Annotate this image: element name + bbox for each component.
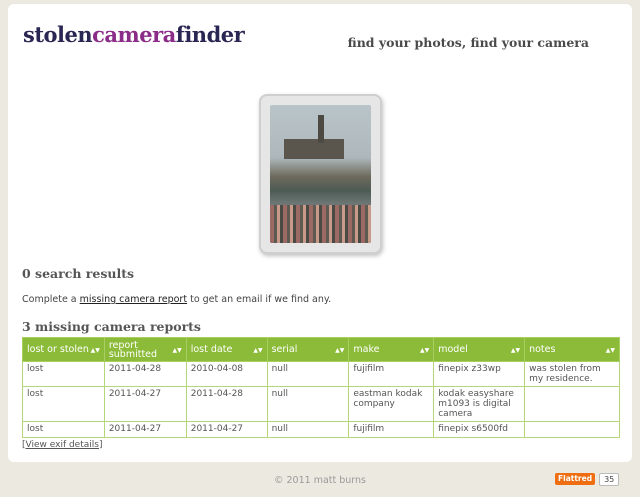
column-header-model[interactable]: model ▲▼ xyxy=(433,337,526,362)
column-header-serial[interactable]: serial ▲▼ xyxy=(266,337,350,362)
cell-lost-date: 2011-04-28 xyxy=(185,386,268,422)
sort-arrow-icon: ▲▼ xyxy=(253,347,263,354)
reports-table: lost or stolen ▲▼ report submitted ▲▼ lost… xyxy=(22,337,620,438)
sort-arrow-icon: ▲▼ xyxy=(172,347,182,354)
search-photo-stamp xyxy=(259,94,382,254)
missing-reports-heading: 3 missing camera reports xyxy=(22,319,201,334)
sort-arrow-icon: ▲▼ xyxy=(605,347,615,354)
logo-part-finder: finder xyxy=(175,22,245,47)
table-header-row: lost or stolen ▲▼ report submitted ▲▼ lost… xyxy=(22,337,620,362)
sort-arrow-icon: ▲▼ xyxy=(420,347,430,354)
footer-copyright: © 2011 matt burns xyxy=(273,475,367,486)
complete-prefix: Complete a xyxy=(22,294,80,305)
cell-serial: null xyxy=(266,361,350,387)
search-photo xyxy=(270,105,371,243)
search-results-heading: 0 search results xyxy=(22,266,134,281)
cell-model: kodak easyshare m1093 is digital camera xyxy=(433,386,526,422)
complete-suffix: to get an email if we find any. xyxy=(187,294,332,305)
exif-details: [View exif details] xyxy=(22,440,103,450)
cell-model: finepix z33wp xyxy=(433,361,526,387)
cell-notes xyxy=(524,421,620,438)
complete-report-text: Complete a missing camera report to get … xyxy=(22,294,331,305)
page-container: stolencamerafinder find your photos, fin… xyxy=(8,4,632,462)
flattr-button[interactable]: Flattred xyxy=(555,473,596,485)
cell-make: eastman kodak company xyxy=(348,386,435,422)
flattr-count: 35 xyxy=(599,472,620,486)
cell-notes: was stolen from my residence. xyxy=(524,361,620,387)
cell-report-submitted: 2011-04-27 xyxy=(103,421,187,438)
cell-make: fujifilm xyxy=(348,361,435,387)
cell-lost-or-stolen: lost xyxy=(22,386,105,422)
column-header-lost-date[interactable]: lost date ▲▼ xyxy=(185,337,268,362)
cell-model: finepix s6500fd xyxy=(433,421,526,438)
site-logo[interactable]: stolencamerafinder xyxy=(23,22,245,47)
cell-serial: null xyxy=(266,386,350,422)
cell-make: fujifilm xyxy=(348,421,435,438)
cell-serial: null xyxy=(266,421,350,438)
logo-part-camera: camera xyxy=(92,22,176,47)
flattr-widget: Flattred 35 xyxy=(555,472,620,486)
cell-lost-or-stolen: lost xyxy=(22,421,105,438)
tagline: find your photos, find your camera xyxy=(347,35,589,50)
column-header-lost-or-stolen[interactable]: lost or stolen ▲▼ xyxy=(22,337,105,362)
column-header-notes[interactable]: notes ▲▼ xyxy=(524,337,620,362)
photo-love-locks-shape xyxy=(270,205,371,243)
cell-report-submitted: 2011-04-27 xyxy=(103,386,187,422)
column-header-report-submitted[interactable]: report submitted ▲▼ xyxy=(103,337,187,362)
missing-camera-report-link[interactable]: missing camera report xyxy=(80,294,187,305)
sort-arrow-icon: ▲▼ xyxy=(90,347,100,354)
cell-notes xyxy=(524,386,620,422)
column-header-make[interactable]: make ▲▼ xyxy=(348,337,435,362)
table-row: lost 2011-04-27 2011-04-28 null eastman … xyxy=(22,386,620,422)
table-row: lost 2011-04-27 2011-04-27 null fujifilm… xyxy=(22,421,620,438)
cell-lost-or-stolen: lost xyxy=(22,361,105,387)
sort-arrow-icon: ▲▼ xyxy=(335,347,345,354)
logo-part-stolen: stolen xyxy=(23,22,93,47)
view-exif-details-link[interactable]: View exif details xyxy=(26,440,99,450)
table-row: lost 2011-04-28 2010-04-08 null fujifilm… xyxy=(22,361,620,387)
cell-lost-date: 2010-04-08 xyxy=(185,361,268,387)
photo-spire-shape xyxy=(318,115,324,143)
photo-cathedral-shape xyxy=(284,139,344,159)
sort-arrow-icon: ▲▼ xyxy=(510,347,521,354)
cell-lost-date: 2011-04-27 xyxy=(185,421,268,438)
cell-report-submitted: 2011-04-28 xyxy=(103,361,187,387)
